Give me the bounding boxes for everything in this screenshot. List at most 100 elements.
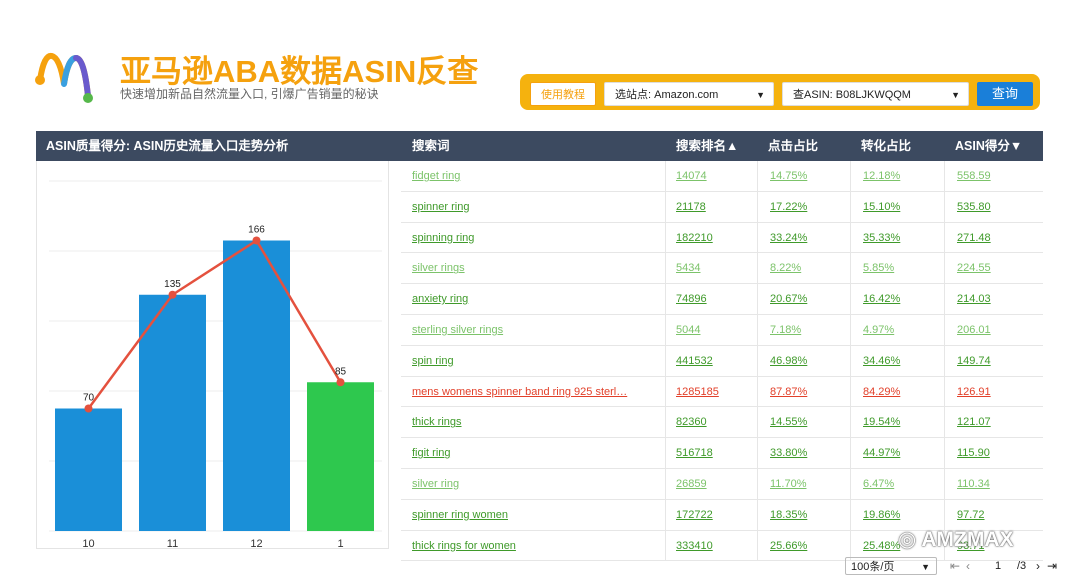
search-rank-link[interactable]: 5044 xyxy=(665,314,766,345)
next-page-icon[interactable]: › xyxy=(1036,557,1040,575)
conversion-share-link[interactable]: 84.29% xyxy=(850,376,953,407)
search-rank-link[interactable]: 172722 xyxy=(665,499,766,530)
trend-point[interactable] xyxy=(168,290,177,299)
click-share-link[interactable]: 87.87% xyxy=(757,376,860,407)
search-rank-link[interactable]: 182210 xyxy=(665,222,766,253)
conversion-share-link[interactable]: 19.54% xyxy=(850,407,953,438)
search-term-link[interactable]: anxiety ring xyxy=(412,284,642,314)
column-header-click: 点击占比 xyxy=(768,139,819,153)
chart-panel-title: ASIN质量得分: ASIN历史流量入口走势分析 xyxy=(46,139,289,153)
x-tick-label: 11 xyxy=(167,538,178,549)
search-rank-link[interactable]: 5434 xyxy=(665,253,766,284)
search-term-link[interactable]: spinning ring xyxy=(412,223,642,253)
page-size-select[interactable]: 100条/页 ▼ xyxy=(845,557,937,575)
chart-bar[interactable] xyxy=(223,240,290,532)
x-tick-label: 10 xyxy=(82,538,94,549)
search-term-link[interactable]: spinner ring women xyxy=(412,500,642,530)
search-term-link[interactable]: silver rings xyxy=(412,253,642,283)
search-rank-link[interactable]: 21178 xyxy=(665,191,766,222)
click-share-link[interactable]: 18.35% xyxy=(757,499,860,530)
asin-score-link[interactable]: 149.74 xyxy=(944,345,1052,376)
conversion-share-link[interactable]: 34.46% xyxy=(850,345,953,376)
click-share-link[interactable]: 14.55% xyxy=(757,407,860,438)
search-rank-link[interactable]: 14074 xyxy=(665,161,766,191)
chart-bar[interactable] xyxy=(307,382,374,531)
asin-score-link[interactable]: 558.59 xyxy=(944,161,1052,191)
site-select[interactable]: 选站点: Amazon.com ▼ xyxy=(604,82,774,106)
chart-panel: 10 11 12 1 70 135 166 85 xyxy=(36,161,389,550)
asin-score-link[interactable]: 535.80 xyxy=(944,191,1052,222)
conversion-share-link[interactable]: 6.47% xyxy=(850,468,953,499)
asin-score-link[interactable]: 97.72 xyxy=(944,499,1052,530)
data-label: 85 xyxy=(335,366,347,377)
current-page-input[interactable]: 1 xyxy=(985,557,1011,575)
asin-score-link[interactable]: 115.90 xyxy=(944,438,1052,468)
conversion-share-link[interactable]: 4.97% xyxy=(850,314,953,345)
asin-score-link[interactable]: 121.07 xyxy=(944,407,1052,438)
click-share-link[interactable]: 33.80% xyxy=(757,438,860,468)
click-share-link[interactable]: 46.98% xyxy=(757,345,860,376)
search-rank-link[interactable]: 333410 xyxy=(665,530,766,561)
search-rank-link[interactable]: 441532 xyxy=(665,345,766,376)
table-row: thick rings 82360 14.55% 19.54% 121.07 xyxy=(401,407,1043,439)
search-rank-link[interactable]: 26859 xyxy=(665,468,766,499)
chart-bar[interactable] xyxy=(139,294,206,531)
asin-score-link[interactable]: 224.55 xyxy=(944,253,1052,284)
search-term-link[interactable]: figit ring xyxy=(412,438,642,468)
conversion-share-link[interactable]: 15.10% xyxy=(850,191,953,222)
asin-score-link[interactable]: 271.48 xyxy=(944,222,1052,253)
query-button[interactable]: 查询 xyxy=(977,82,1033,106)
table-row: anxiety ring 74896 20.67% 16.42% 214.03 xyxy=(401,284,1043,315)
search-rank-link[interactable]: 82360 xyxy=(665,407,766,438)
prev-page-icon[interactable]: ‹ xyxy=(966,557,970,575)
site-select-value: 选站点: Amazon.com xyxy=(615,89,719,101)
search-rank-link[interactable]: 1285185 xyxy=(665,376,766,407)
table-row: mens womens spinner band ring 925 sterl…… xyxy=(401,376,1043,408)
conversion-share-link[interactable]: 44.97% xyxy=(850,438,953,468)
search-term-link[interactable]: mens womens spinner band ring 925 sterl… xyxy=(412,377,642,407)
chart-bar[interactable] xyxy=(55,408,122,532)
asin-score-link[interactable]: 126.91 xyxy=(944,376,1052,407)
asin-score-link[interactable]: 110.34 xyxy=(944,468,1052,499)
search-term-link[interactable]: spin ring xyxy=(412,346,642,376)
table-row: spin ring 441532 46.98% 34.46% 149.74 xyxy=(401,345,1043,377)
conversion-share-link[interactable]: 12.18% xyxy=(850,161,953,191)
conversion-share-link[interactable]: 19.86% xyxy=(850,499,953,530)
column-header-rank[interactable]: 搜索排名▲ xyxy=(676,131,738,161)
chevron-down-icon: ▼ xyxy=(921,562,930,572)
search-rank-link[interactable]: 516718 xyxy=(665,438,766,468)
conversion-share-link[interactable]: 16.42% xyxy=(850,284,953,314)
first-page-icon[interactable]: ⇤ xyxy=(950,557,960,575)
tutorial-button[interactable]: 使用教程 xyxy=(530,82,596,106)
click-share-link[interactable]: 20.67% xyxy=(757,284,860,314)
table-row: fidget ring 14074 14.75% 12.18% 558.59 xyxy=(401,161,1043,192)
search-term-link[interactable]: fidget ring xyxy=(412,161,642,191)
asin-score-link[interactable]: 206.01 xyxy=(944,314,1052,345)
search-toolbar: 使用教程 选站点: Amazon.com ▼ 查ASIN: B08LJKWQQM… xyxy=(520,74,1040,110)
data-label: 166 xyxy=(248,225,265,236)
search-term-link[interactable]: thick rings xyxy=(412,407,642,437)
click-share-link[interactable]: 7.18% xyxy=(757,314,860,345)
search-term-link[interactable]: thick rings for women xyxy=(412,531,642,561)
trend-point[interactable] xyxy=(336,378,345,387)
click-share-link[interactable]: 14.75% xyxy=(757,161,860,191)
asin-score-link[interactable]: 214.03 xyxy=(944,284,1052,314)
trend-point[interactable] xyxy=(84,404,93,413)
column-header-score[interactable]: ASIN得分▼ xyxy=(955,131,1022,161)
trend-point[interactable] xyxy=(252,236,261,245)
click-share-link[interactable]: 25.66% xyxy=(757,530,860,561)
asin-select[interactable]: 查ASIN: B08LJKWQQM ▼ xyxy=(782,82,969,106)
click-share-link[interactable]: 17.22% xyxy=(757,191,860,222)
search-term-link[interactable]: spinner ring xyxy=(412,192,642,222)
search-rank-link[interactable]: 74896 xyxy=(665,284,766,314)
column-header-term: 搜索词 xyxy=(412,139,450,153)
conversion-share-link[interactable]: 5.85% xyxy=(850,253,953,284)
search-term-link[interactable]: silver ring xyxy=(412,469,642,499)
click-share-link[interactable]: 33.24% xyxy=(757,222,860,253)
click-share-link[interactable]: 11.70% xyxy=(757,468,860,499)
search-term-link[interactable]: sterling silver rings xyxy=(412,315,642,345)
last-page-icon[interactable]: ⇥ xyxy=(1047,557,1057,575)
click-share-link[interactable]: 8.22% xyxy=(757,253,860,284)
conversion-share-link[interactable]: 35.33% xyxy=(850,222,953,253)
watermark: ◎ AMZMAX xyxy=(898,528,1014,551)
